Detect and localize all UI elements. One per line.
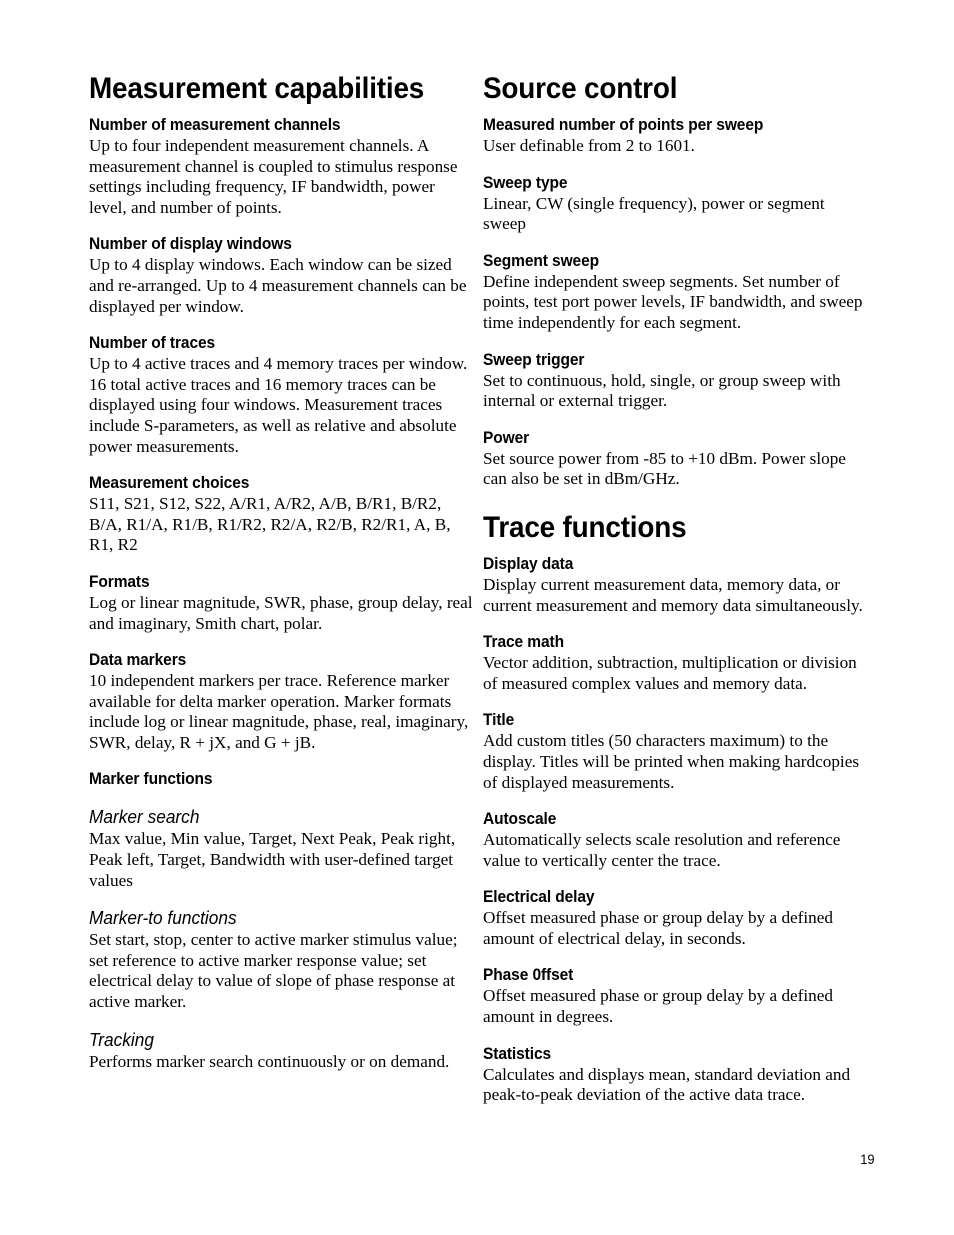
section-trace-math: Trace math Vector addition, subtraction,… xyxy=(483,632,869,694)
right-column: Source control Measured number of points… xyxy=(483,72,869,1122)
heading-statistics: Statistics xyxy=(483,1044,552,1063)
heading-number-of-display-windows: Number of display windows xyxy=(89,235,292,254)
left-column: Measurement capabilities Number of measu… xyxy=(89,72,475,1122)
body-segment-sweep: Define independent sweep segments. Set n… xyxy=(483,271,863,332)
subsection-marker-search: Marker search Max value, Min value, Targ… xyxy=(89,806,475,891)
body-electrical-delay: Offset measured phase or group delay by … xyxy=(483,908,833,948)
body-measured-number-of-points-per-sweep: User definable from 2 to 1601. xyxy=(483,136,695,155)
section-electrical-delay: Electrical delay Offset measured phase o… xyxy=(483,887,869,949)
section-measurement-choices: Measurement choices S11, S21, S12, S22, … xyxy=(89,473,475,556)
body-measurement-choices: S11, S21, S12, S22, A/R1, A/R2, A/B, B/R… xyxy=(89,494,451,555)
body-marker-to-functions: Set start, stop, center to active marker… xyxy=(89,930,458,1012)
heading-segment-sweep: Segment sweep xyxy=(483,251,600,270)
body-tracking: Performs marker search continuously or o… xyxy=(89,1051,450,1071)
section-statistics: Statistics Calculates and displays mean,… xyxy=(483,1044,869,1106)
body-phase-offset: Offset measured phase or group delay by … xyxy=(483,986,833,1027)
subsection-marker-to-functions: Marker-to functions Set start, stop, cen… xyxy=(89,907,475,1012)
heading-phase-offset: Phase 0ffset xyxy=(483,966,574,985)
heading-formats: Formats xyxy=(89,572,150,591)
section-autoscale: Autoscale Automatically selects scale re… xyxy=(483,809,869,871)
section-title-feature: Title Add custom titles (50 characters m… xyxy=(483,710,869,793)
section-display-data: Display data Display current measurement… xyxy=(483,554,869,616)
document-page: Measurement capabilities Number of measu… xyxy=(0,0,954,1235)
body-marker-search: Max value, Min value, Target, Next Peak,… xyxy=(89,829,456,890)
body-autoscale: Automatically selects scale resolution a… xyxy=(483,830,841,870)
body-number-of-display-windows: Up to 4 display windows. Each window can… xyxy=(89,255,467,316)
section-number-of-measurement-channels: Number of measurement channels Up to fou… xyxy=(89,115,475,218)
heading-marker-search: Marker search xyxy=(89,807,200,828)
heading-tracking: Tracking xyxy=(89,1029,154,1050)
heading-sweep-type: Sweep type xyxy=(483,173,568,192)
body-statistics: Calculates and displays mean, standard d… xyxy=(483,1064,851,1105)
body-display-data: Display current measurement data, memory… xyxy=(483,574,863,615)
page-title-trace-functions: Trace functions xyxy=(483,510,687,544)
section-data-markers: Data markers 10 independent markers per … xyxy=(89,650,475,753)
heading-sweep-trigger: Sweep trigger xyxy=(483,350,585,369)
heading-autoscale: Autoscale xyxy=(483,810,557,829)
body-power: Set source power from -85 to +10 dBm. Po… xyxy=(483,448,846,489)
section-sweep-type: Sweep type Linear, CW (single frequency)… xyxy=(483,173,869,235)
heading-marker-functions: Marker functions xyxy=(89,770,213,789)
section-phase-offset: Phase 0ffset Offset measured phase or gr… xyxy=(483,965,869,1027)
section-power: Power Set source power from -85 to +10 d… xyxy=(483,428,869,490)
heading-number-of-traces: Number of traces xyxy=(89,334,216,353)
section-marker-functions: Marker functions xyxy=(89,769,475,789)
heading-electrical-delay: Electrical delay xyxy=(483,888,595,907)
section-formats: Formats Log or linear magnitude, SWR, ph… xyxy=(89,572,475,634)
body-sweep-type: Linear, CW (single frequency), power or … xyxy=(483,193,825,234)
heading-title-feature: Title xyxy=(483,711,515,730)
heading-measured-number-of-points-per-sweep: Measured number of points per sweep xyxy=(483,116,764,134)
two-column-layout: Measurement capabilities Number of measu… xyxy=(89,72,875,1122)
body-title-feature: Add custom titles (50 characters maximum… xyxy=(483,731,860,792)
section-number-of-traces: Number of traces Up to 4 active traces a… xyxy=(89,333,475,457)
heading-measurement-choices: Measurement choices xyxy=(89,474,250,493)
section-number-of-display-windows: Number of display windows Up to 4 displa… xyxy=(89,234,475,317)
subsection-tracking: Tracking Performs marker search continuo… xyxy=(89,1029,475,1073)
body-data-markers: 10 independent markers per trace. Refere… xyxy=(89,671,469,752)
page-title-measurement-capabilities: Measurement capabilities xyxy=(89,72,425,105)
body-formats: Log or linear magnitude, SWR, phase, gro… xyxy=(89,592,473,633)
heading-trace-math: Trace math xyxy=(483,633,564,652)
section-measured-number-of-points-per-sweep: Measured number of points per sweep User… xyxy=(483,115,869,157)
body-number-of-measurement-channels: Up to four independent measurement chann… xyxy=(89,136,458,217)
section-sweep-trigger: Sweep trigger Set to continuous, hold, s… xyxy=(483,350,869,412)
page-title-source-control: Source control xyxy=(483,72,678,105)
heading-display-data: Display data xyxy=(483,554,574,573)
body-sweep-trigger: Set to continuous, hold, single, or grou… xyxy=(483,370,841,411)
heading-number-of-measurement-channels: Number of measurement channels xyxy=(89,116,341,134)
heading-power: Power xyxy=(483,428,530,447)
heading-data-markers: Data markers xyxy=(89,651,187,670)
section-segment-sweep: Segment sweep Define independent sweep s… xyxy=(483,251,869,334)
body-trace-math: Vector addition, subtraction, multiplica… xyxy=(483,653,857,693)
page-number: 19 xyxy=(860,1151,875,1167)
body-number-of-traces: Up to 4 active traces and 4 memory trace… xyxy=(89,354,468,456)
heading-marker-to-functions: Marker-to functions xyxy=(89,908,237,929)
